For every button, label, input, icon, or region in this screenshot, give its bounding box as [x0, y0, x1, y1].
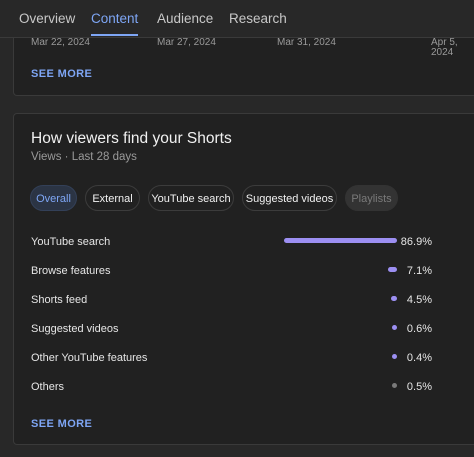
source-bar: [392, 325, 397, 330]
tab-research[interactable]: Research: [229, 0, 287, 38]
see-more-link-top[interactable]: SEE MORE: [31, 68, 92, 80]
tab-audience[interactable]: Audience: [157, 0, 213, 38]
source-percent: 0.6%: [406, 323, 432, 335]
filter-chip-overall[interactable]: Overall: [30, 185, 77, 211]
source-bar: [388, 267, 397, 272]
source-label: Browse features: [31, 265, 111, 277]
x-axis-date-label: Mar 31, 2024: [277, 37, 336, 48]
source-label: Shorts feed: [31, 294, 88, 306]
card-title: How viewers find your Shorts: [31, 130, 232, 147]
source-percent: 7.1%: [406, 265, 432, 277]
source-label: Others: [31, 381, 65, 393]
source-percent: 4.5%: [406, 294, 432, 306]
source-percent: 0.4%: [406, 352, 432, 364]
source-percent: 0.5%: [406, 381, 432, 393]
source-label: Other YouTube features: [31, 352, 148, 364]
x-axis-date-label: Mar 22, 2024: [31, 37, 90, 48]
filter-chip-external[interactable]: External: [85, 185, 140, 211]
filter-chip-playlists[interactable]: Playlists: [345, 185, 398, 211]
tab-overview[interactable]: Overview: [19, 0, 75, 38]
source-label: YouTube search: [31, 236, 111, 248]
filter-chip-youtube-search[interactable]: YouTube search: [148, 185, 234, 211]
x-axis-date-label: Apr 5, 2024: [431, 37, 458, 58]
source-percent: 86.9%: [400, 236, 432, 248]
filter-chip-suggested-videos[interactable]: Suggested videos: [242, 185, 337, 211]
card-subtitle: Views · Last 28 days: [31, 151, 137, 163]
source-bar: [391, 296, 397, 301]
source-bar: [392, 354, 397, 359]
analytics-tab-bar: Overview Content Audience Research: [0, 0, 474, 38]
tab-content[interactable]: Content: [91, 0, 139, 38]
see-more-link-bottom[interactable]: SEE MORE: [31, 418, 92, 430]
source-bar: [392, 383, 397, 388]
x-axis-date-label: Mar 27, 2024: [157, 37, 216, 48]
source-bar: [284, 238, 397, 243]
source-label: Suggested videos: [31, 323, 119, 335]
